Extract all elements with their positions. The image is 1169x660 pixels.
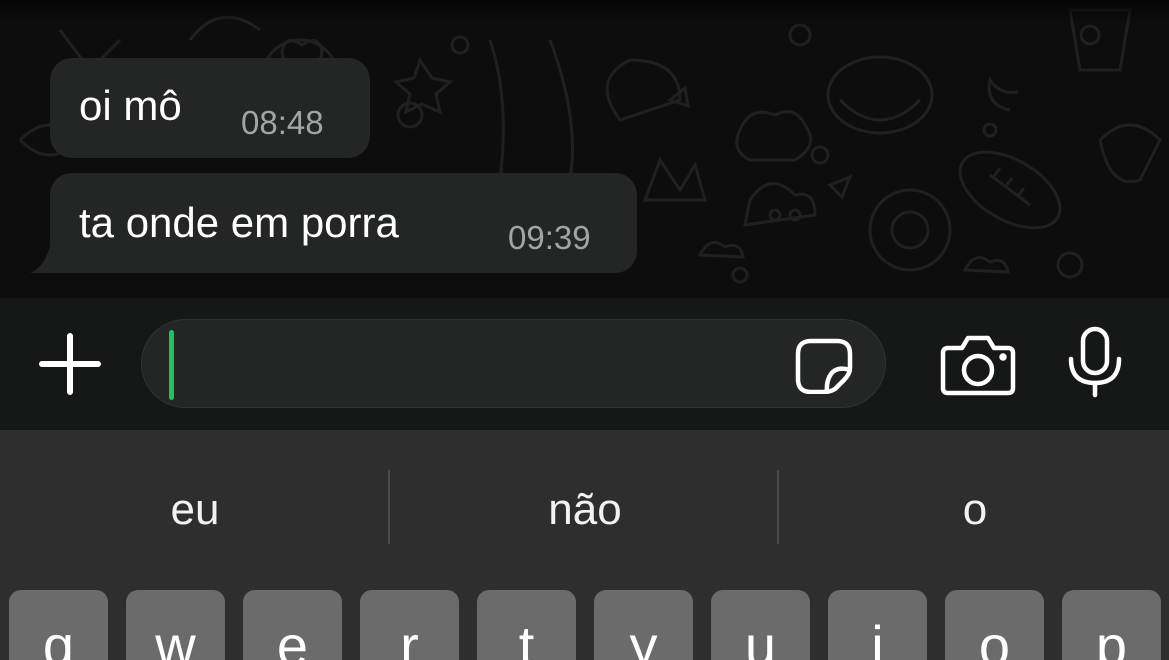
key-p[interactable]: p <box>1062 590 1161 660</box>
key-q[interactable]: q <box>9 590 108 660</box>
sticker-icon[interactable] <box>795 338 853 394</box>
key-label: q <box>42 614 75 660</box>
message-input[interactable] <box>142 320 782 407</box>
message-bubble[interactable]: oi mô 08:48 <box>50 58 370 158</box>
suggestion-divider <box>777 470 779 544</box>
plus-icon <box>39 333 101 395</box>
microphone-icon[interactable] <box>1064 326 1126 398</box>
key-y[interactable]: y <box>594 590 693 660</box>
keyboard: eu não o q w e r t y u i o p <box>0 430 1169 660</box>
composer-bar <box>0 298 1169 430</box>
message-timestamp: 08:48 <box>241 104 324 141</box>
suggestion-2[interactable]: não <box>390 470 780 550</box>
key-label: p <box>1095 614 1128 660</box>
top-fade <box>0 0 1169 22</box>
key-t[interactable]: t <box>477 590 576 660</box>
message-text: oi mô <box>79 82 182 129</box>
message-text: ta onde em porra <box>79 199 399 246</box>
message-input-field[interactable] <box>141 319 886 408</box>
key-o[interactable]: o <box>945 590 1044 660</box>
key-label: o <box>978 614 1011 660</box>
attach-button[interactable] <box>36 330 104 398</box>
key-label: i <box>871 614 884 660</box>
key-e[interactable]: e <box>243 590 342 660</box>
key-label: u <box>744 614 777 660</box>
key-w[interactable]: w <box>126 590 225 660</box>
key-label: t <box>518 614 535 660</box>
key-label: y <box>629 614 658 660</box>
key-r[interactable]: r <box>360 590 459 660</box>
chat-area: oi mô 08:48 ta onde em porra 09:39 <box>0 0 1169 298</box>
message-bubble[interactable]: ta onde em porra 09:39 <box>50 173 637 273</box>
suggestion-3[interactable]: o <box>780 470 1169 550</box>
key-label: w <box>155 614 196 660</box>
key-i[interactable]: i <box>828 590 927 660</box>
suggestion-1[interactable]: eu <box>0 470 390 550</box>
key-u[interactable]: u <box>711 590 810 660</box>
suggestion-bar: eu não o <box>0 430 1169 590</box>
camera-icon[interactable] <box>940 334 1016 396</box>
message-timestamp: 09:39 <box>508 219 591 256</box>
key-label: e <box>276 614 309 660</box>
key-label: r <box>400 614 419 660</box>
